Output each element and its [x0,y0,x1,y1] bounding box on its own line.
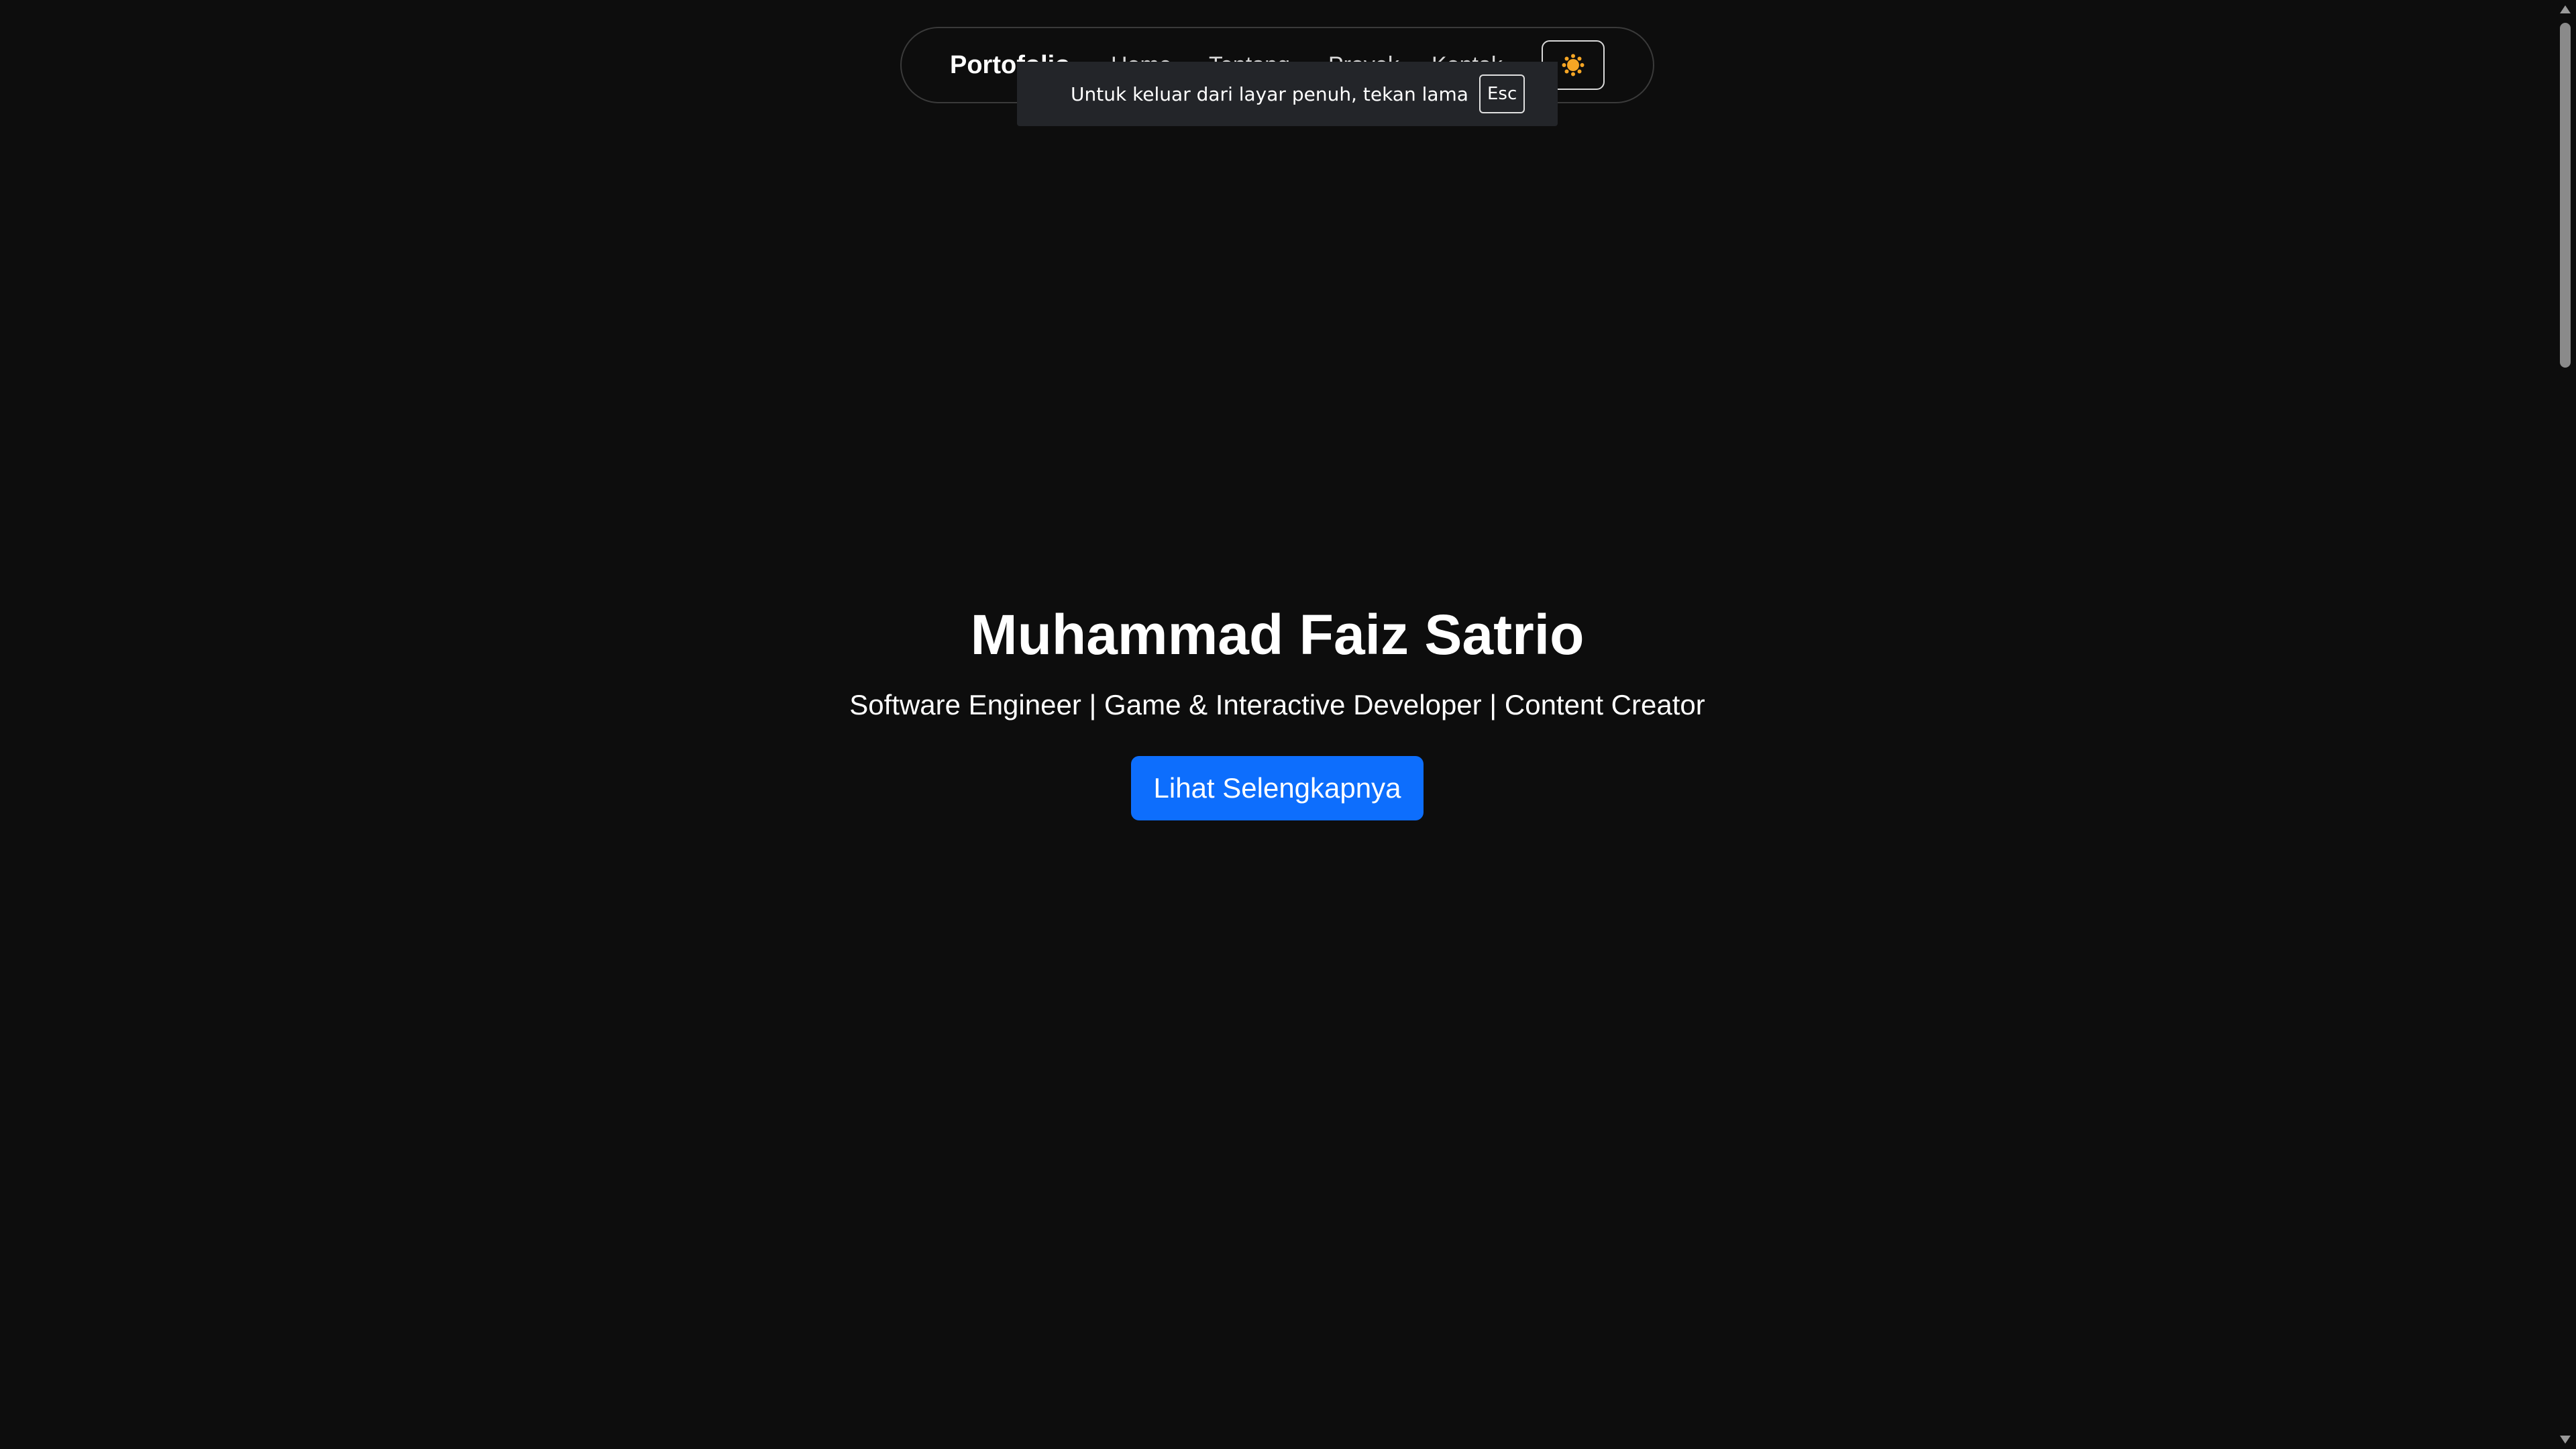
see-more-button[interactable]: Lihat Selengkapnya [1130,755,1424,820]
fullscreen-notice-text: Untuk keluar dari layar penuh, tekan lam… [1071,83,1468,105]
scroll-up-arrow-icon[interactable] [2560,5,2571,13]
scroll-down-arrow-icon[interactable] [2560,1436,2571,1444]
page: Portofolio Home Tentang Proyek Kontak [0,0,2576,1449]
hero-title: Muhammad Faiz Satrio [970,603,1585,666]
esc-key-badge: Esc [1479,74,1525,113]
sun-icon [1562,54,1585,76]
hero-section: Muhammad Faiz Satrio Software Engineer |… [0,604,2555,820]
vertical-scrollbar[interactable] [2555,0,2576,1449]
fullscreen-exit-notice: Untuk keluar dari layar penuh, tekan lam… [1017,62,1558,126]
hero-subtitle: Software Engineer | Game & Interactive D… [849,689,1705,721]
scroll-thumb[interactable] [2560,23,2571,368]
